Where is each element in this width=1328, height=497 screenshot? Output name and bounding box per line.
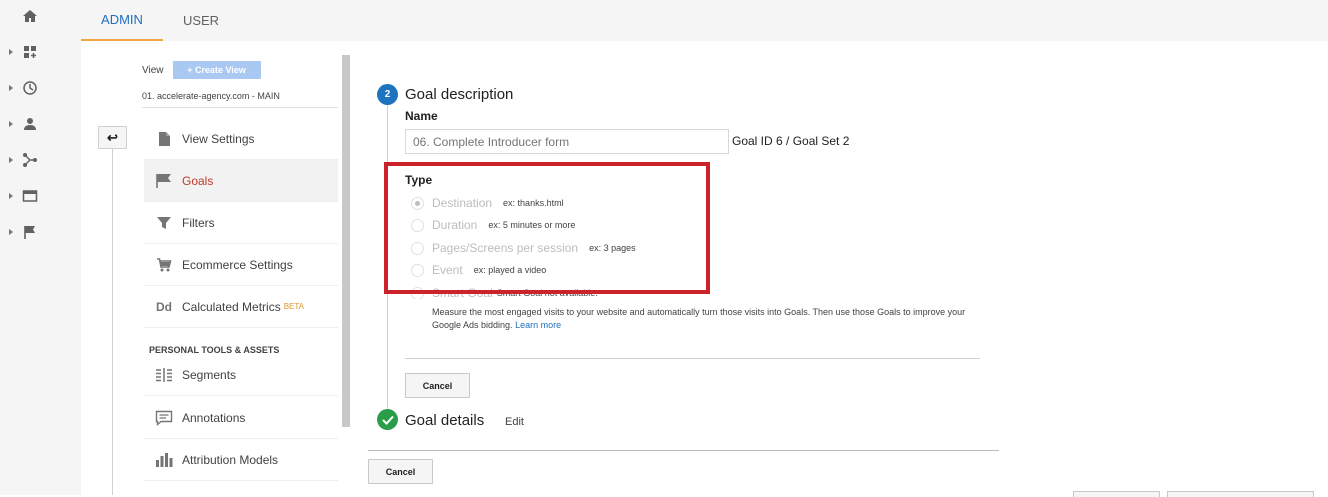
sidebar-item-goals[interactable]: Goals [144,160,338,202]
annotation-icon [146,410,182,426]
goal-description-title: Goal description [405,86,514,103]
goal-details-title: Goal details [405,412,485,429]
sidebar-item-label: Filters [182,215,215,230]
rail-home[interactable] [0,4,81,28]
rail-customization[interactable] [0,40,81,64]
tab-user[interactable]: USER [163,0,239,41]
flag-icon [146,173,182,189]
segments-icon [146,367,182,383]
rail-conversions[interactable] [0,220,81,244]
expand-arrow-icon [9,157,13,163]
tab-admin[interactable]: ADMIN [81,0,163,41]
view-selector-row: View + Create View [142,61,261,79]
dd-icon: Dd [156,299,172,314]
sidebar-item-calculated-metrics[interactable]: Dd Calculated Metrics BETA [144,286,338,328]
behavior-icon [22,190,38,202]
smart-goal-description: Measure the most engaged visits to your … [432,306,972,332]
dashboard-icon [24,46,36,58]
smart-goal-description-text: Measure the most engaged visits to your … [432,307,966,330]
home-icon [23,10,37,22]
type-highlight-annotation [384,162,710,294]
funnel-icon [146,215,182,231]
cart-icon [146,257,182,273]
admin-view-sidebar: View + Create View 01. accelerate-agency… [142,55,338,495]
sidebar-item-segments[interactable]: Segments [144,354,338,396]
sidebar-item-view-settings[interactable]: View Settings [144,118,338,160]
check-circle-icon [377,409,398,430]
sidebar-item-label: View Settings [182,131,255,146]
goal-id-text: Goal ID 6 / Goal Set 2 [732,134,850,148]
rail-audience[interactable] [0,112,81,136]
sidebar-item-label: Ecommerce Settings [182,257,293,272]
back-arrow-icon: ↩ [107,129,118,145]
top-tab-bar: ADMIN USER [81,0,1328,41]
cancel-button[interactable]: Cancel [405,373,470,398]
goal-name-input[interactable] [405,129,729,154]
sidebar-item-ecommerce-settings[interactable]: Ecommerce Settings [144,244,338,286]
step-number-badge: 2 [377,84,398,105]
expand-arrow-icon [9,193,13,199]
expand-arrow-icon [9,229,13,235]
rail-behavior[interactable] [0,184,81,208]
learn-more-link[interactable]: Learn more [515,320,561,330]
create-view-button[interactable]: + Create View [172,61,261,79]
account-name: 01. accelerate-agency.com - MAIN [142,91,338,108]
clock-icon [23,81,37,95]
beta-badge: BETA [283,302,305,311]
document-icon [146,131,182,147]
back-button[interactable]: ↩ [98,126,127,149]
sidebar-item-label: Annotations [182,410,246,425]
bottom-button[interactable] [1167,491,1314,497]
view-label: View [142,64,164,76]
rail-acquisition[interactable] [0,148,81,172]
person-icon [24,118,36,130]
flag-icon [24,226,35,239]
sidebar-item-annotations[interactable]: Annotations [144,397,338,439]
section-divider [405,358,980,359]
bottom-button[interactable] [1073,491,1160,497]
sidebar-item-label: Calculated Metrics [182,299,281,314]
expand-arrow-icon [9,121,13,127]
left-nav-rail [0,0,81,495]
footer-cancel-button[interactable]: Cancel [368,459,433,484]
sidebar-item-label: Segments [182,367,237,382]
section-divider [368,450,999,451]
expand-arrow-icon [9,85,13,91]
tree-connector-line [112,149,113,495]
expand-arrow-icon [9,49,13,55]
acquisition-icon [23,153,37,167]
bar-chart-icon [146,452,182,468]
sidebar-item-attribution-models[interactable]: Attribution Models [144,439,338,481]
sidebar-item-label: Goals [182,173,214,188]
sidebar-item-filters[interactable]: Filters [144,202,338,244]
edit-link[interactable]: Edit [505,416,524,428]
sidebar-item-label: Attribution Models [182,452,279,467]
name-label: Name [405,109,438,123]
rail-realtime[interactable] [0,76,81,100]
sidebar-scrollbar[interactable] [342,55,350,427]
